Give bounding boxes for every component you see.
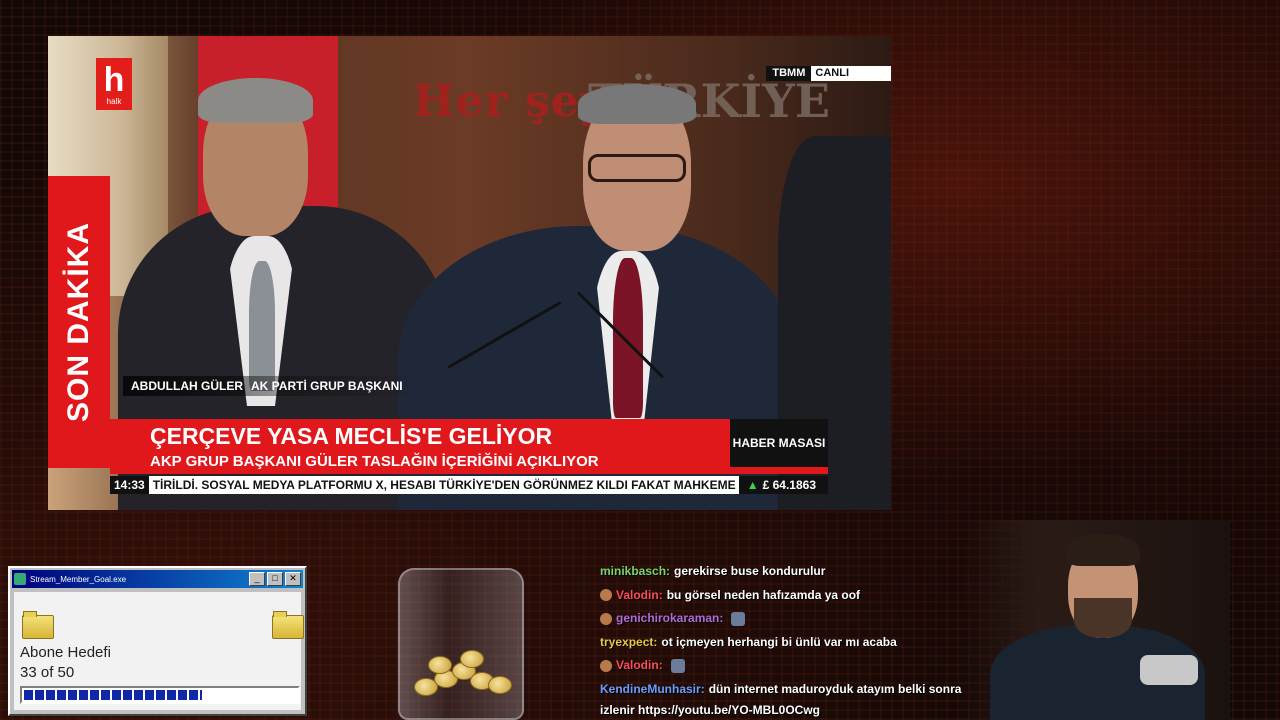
person-left-tie xyxy=(249,261,275,391)
streamer-hair xyxy=(1066,534,1140,566)
chat-username[interactable]: Valodin xyxy=(616,654,659,678)
chat-emote-icon xyxy=(670,658,685,673)
chat-message: tryexpect: ot içmeyen herhangi bi ünlü va… xyxy=(600,631,980,655)
chat-message-continuation: izlenir https://youtu.be/YO-MBL0OCwg xyxy=(600,703,820,717)
logo-text: halk xyxy=(106,96,122,106)
speaker-nameplate: ABDULLAH GÜLER AK PARTİ GRUP BAŞKANI xyxy=(123,376,417,396)
program-name: HABER MASASI xyxy=(730,419,828,467)
chat-username[interactable]: Valodin xyxy=(616,584,659,608)
chat-text: dün internet maduroyduk atayım belki son… xyxy=(708,681,962,696)
chat-text: bu görsel neden hafızamda ya oof xyxy=(666,587,861,602)
chat-username[interactable]: tryexpect xyxy=(600,631,653,655)
window-body: Abone Hedefi 33 of 50 xyxy=(14,592,304,710)
user-badge-icon xyxy=(600,589,612,602)
person-speaker-tie xyxy=(613,258,643,418)
subheadline: AKP GRUP BAŞKANI GÜLER TASLAĞIN İÇERİĞİN… xyxy=(150,453,599,470)
coin xyxy=(488,676,512,694)
halk-tv-logo: h halk xyxy=(96,58,132,110)
close-button[interactable]: ✕ xyxy=(285,572,301,586)
speaker-title: AK PARTİ GRUP BAŞKANI xyxy=(251,379,403,393)
trend-up-icon: ▲ xyxy=(746,478,759,492)
headline: ÇERÇEVE YASA MECLİS'E GELİYOR xyxy=(150,423,553,449)
live-indicator: TBMM CANLI xyxy=(766,66,891,81)
goal-progress-fill xyxy=(24,690,203,700)
window-title: Stream_Member_Goal.exe xyxy=(30,574,127,584)
chat-message: genichirokaraman: xyxy=(600,607,980,631)
chat-message: KendineMunhasir: dün internet maduroyduk … xyxy=(600,678,980,702)
chat-message: minikbasch: gerekirse buse kondurulur xyxy=(600,560,980,584)
coin xyxy=(460,650,484,668)
currency-rate: ▲ £ 64.1863 xyxy=(738,476,828,494)
maximize-button[interactable]: □ xyxy=(267,572,283,586)
news-ticker: 14:33 TİRİLDİ. SOSYAL MEDYA PLATFORMU X,… xyxy=(110,476,828,494)
breaking-news-tag: SON DAKİKA xyxy=(48,176,110,468)
currency-value: £ 64.1863 xyxy=(762,478,816,492)
chat-username[interactable]: minikbasch xyxy=(600,560,666,584)
ticker-clock: 14:33 xyxy=(110,476,149,494)
open-folder-icon xyxy=(272,611,304,639)
coin xyxy=(428,656,452,674)
streamer-microphone xyxy=(1140,655,1198,685)
window-titlebar[interactable]: Stream_Member_Goal.exe _ □ ✕ xyxy=(12,570,303,588)
headline-banner: ÇERÇEVE YASA MECLİS'E GELİYOR AKP GRUP B… xyxy=(110,419,730,474)
streamer-webcam xyxy=(960,520,1230,720)
chat-text: gerekirse buse kondurulur xyxy=(674,564,826,578)
news-video-player[interactable]: Her şey TÜRKİYE h halk TBMM CANLI SON DA… xyxy=(48,36,891,510)
chat-username[interactable]: genichirokaraman xyxy=(616,607,719,631)
chat-username[interactable]: KendineMunhasir xyxy=(600,678,701,702)
chat-overlay: minikbasch: gerekirse buse kondurulur Valo… xyxy=(600,560,980,719)
user-badge-icon xyxy=(600,659,612,672)
chat-text: ot içmeyen herhangi bi ünlü var mı acaba xyxy=(661,634,897,649)
logo-letter: h xyxy=(103,60,125,99)
breaking-news-label: SON DAKİKA xyxy=(62,221,96,423)
chat-separator: : xyxy=(658,658,663,672)
speaker-name: ABDULLAH GÜLER xyxy=(131,379,243,393)
goal-count: 33 of 50 xyxy=(20,664,75,681)
streamer-beard xyxy=(1074,598,1132,638)
program-bar xyxy=(730,467,828,474)
goal-progress-bar xyxy=(20,686,300,704)
chat-emote-icon xyxy=(731,611,746,626)
person-left-hair xyxy=(198,78,313,123)
minimize-button[interactable]: _ xyxy=(249,572,265,586)
chat-separator: : xyxy=(666,564,671,578)
live-source: TBMM xyxy=(766,66,812,81)
ticker-text: TİRİLDİ. SOSYAL MEDYA PLATFORMU X, HESAB… xyxy=(152,478,739,492)
chat-separator: : xyxy=(658,587,663,602)
chat-separator: : xyxy=(719,611,724,625)
chat-separator: : xyxy=(653,634,658,649)
chat-message: Valodin: xyxy=(600,654,980,678)
subscriber-goal-window: Stream_Member_Goal.exe _ □ ✕ Abone Hedef… xyxy=(8,566,307,716)
user-badge-icon xyxy=(600,612,612,625)
tip-jar xyxy=(398,568,524,720)
folder-icon xyxy=(22,611,54,639)
chat-message: Valodin: bu görsel neden hafızamda ya oof xyxy=(600,584,980,608)
chat-separator: : xyxy=(700,681,705,696)
live-label: CANLI xyxy=(811,66,891,81)
glasses xyxy=(588,154,686,182)
goal-label: Abone Hedefi xyxy=(20,644,111,661)
app-icon xyxy=(14,573,26,585)
person-speaker-hair xyxy=(578,84,696,124)
